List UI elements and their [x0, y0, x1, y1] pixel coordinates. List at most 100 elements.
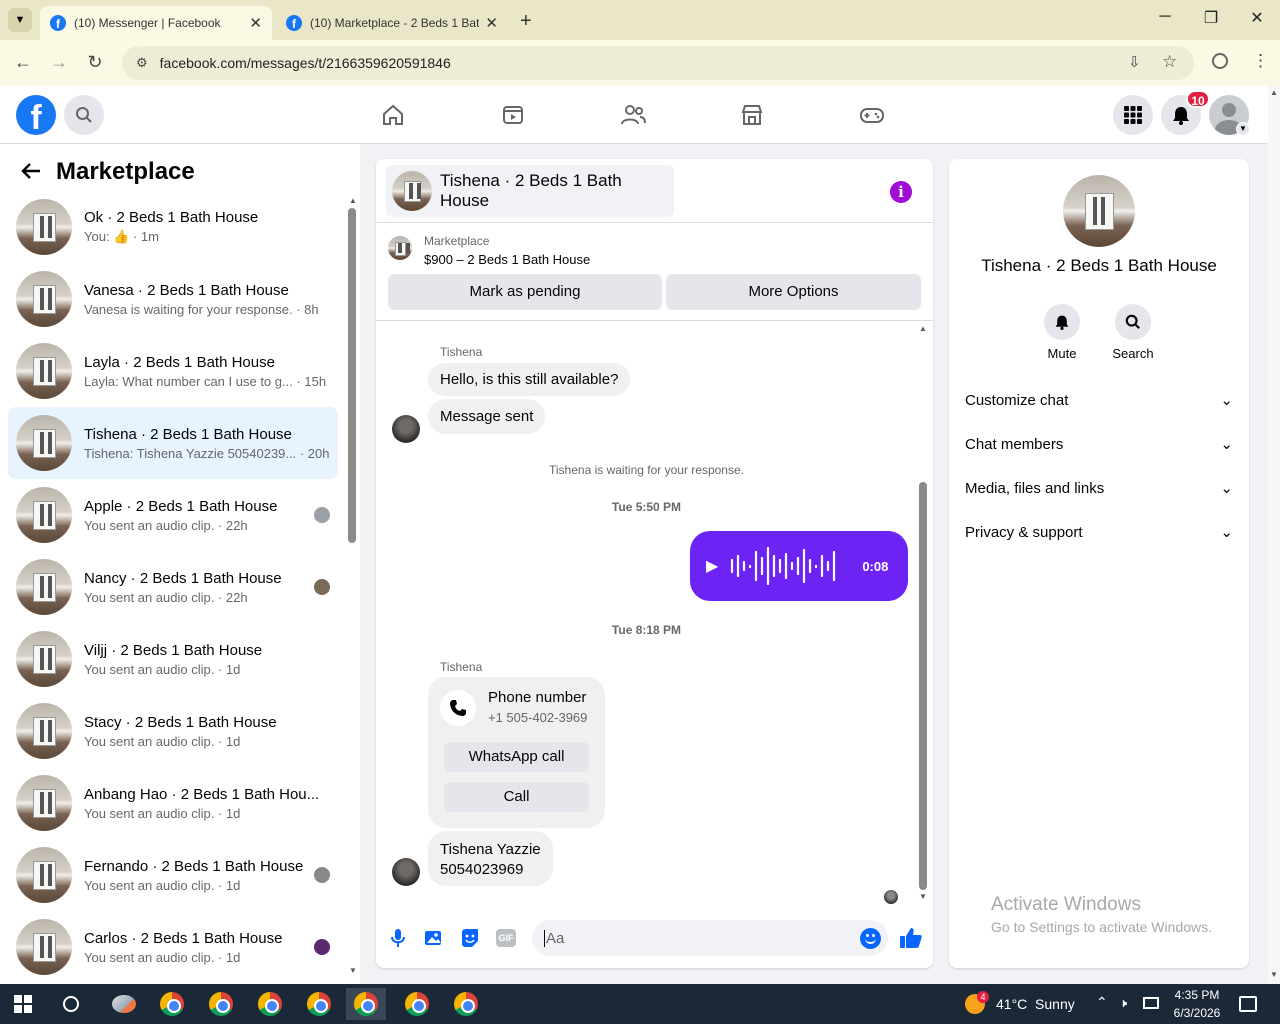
- message-bubble[interactable]: Message sent: [428, 399, 546, 434]
- address-bar[interactable]: ⚙ facebook.com/messages/t/21663596205918…: [122, 46, 1194, 80]
- clock-time[interactable]: 4:35 PM: [1170, 988, 1224, 1002]
- facebook-logo[interactable]: f: [16, 95, 56, 135]
- conversation-text: Apple · 2 Beds 1 Bath House You sent an a…: [84, 498, 314, 533]
- back-arrow-icon[interactable]: [20, 160, 42, 187]
- chat-scrollbar[interactable]: ▲ ▼: [917, 324, 929, 904]
- thumbs-up-icon[interactable]: [899, 926, 923, 955]
- whatsapp-call-button[interactable]: WhatsApp call: [444, 742, 589, 772]
- conversation-item[interactable]: Layla · 2 Beds 1 Bath House Layla: What n…: [8, 335, 338, 407]
- conversation-item[interactable]: Nancy · 2 Beds 1 Bath House You sent an a…: [8, 551, 338, 623]
- search-button[interactable]: [64, 95, 104, 135]
- close-tab-icon[interactable]: ✕: [249, 14, 262, 32]
- sticker-icon[interactable]: [460, 928, 480, 953]
- search-in-chat-button[interactable]: Search: [1110, 304, 1156, 361]
- close-tab-icon[interactable]: ✕: [485, 14, 498, 32]
- page-scrollbar[interactable]: ▲ ▼: [1268, 86, 1280, 984]
- section-label: Media, files and links: [965, 479, 1105, 497]
- chrome-app-icon-active[interactable]: [346, 988, 386, 1020]
- privacy-support-row[interactable]: Privacy & support ⌄: [965, 523, 1233, 542]
- forward-button[interactable]: →: [47, 52, 71, 73]
- info-icon[interactable]: i: [890, 181, 912, 203]
- conversation-item[interactable]: Ok · 2 Beds 1 Bath House You: 👍 · 1m: [8, 191, 338, 263]
- gaming-icon[interactable]: [857, 100, 887, 130]
- tab-search-button[interactable]: ▼: [8, 8, 32, 32]
- action-center-icon[interactable]: [1239, 996, 1257, 1012]
- menu-kebab-icon[interactable]: ⋮: [1252, 51, 1269, 71]
- chrome-app-icon[interactable]: [201, 988, 241, 1020]
- more-options-button[interactable]: More Options: [666, 274, 921, 310]
- minimize-button[interactable]: ─: [1150, 8, 1180, 26]
- site-settings-icon[interactable]: ⚙: [136, 55, 148, 71]
- chevron-up-icon[interactable]: ⌃: [1096, 994, 1108, 1011]
- photo-icon[interactable]: [424, 928, 444, 953]
- grid-icon: [1124, 106, 1142, 124]
- bookmark-star-icon[interactable]: ☆: [1162, 52, 1177, 72]
- menu-grid-button[interactable]: [1113, 95, 1153, 135]
- conversation-item[interactable]: Apple · 2 Beds 1 Bath House You sent an a…: [8, 479, 338, 551]
- emoji-icon[interactable]: [860, 928, 881, 949]
- profile-icon[interactable]: [1212, 53, 1228, 69]
- message-bubble[interactable]: Tishena Yazzie 5054023969: [428, 831, 553, 886]
- friends-icon[interactable]: [618, 100, 648, 130]
- play-icon[interactable]: ▶: [706, 556, 718, 576]
- install-app-icon[interactable]: ⇩: [1128, 53, 1141, 71]
- new-tab-button[interactable]: +: [520, 10, 532, 33]
- conversation-item[interactable]: Stacy · 2 Beds 1 Bath House You sent an a…: [8, 695, 338, 767]
- listing-thumbnail[interactable]: [388, 236, 412, 260]
- conversation-text: Anbang Hao · 2 Beds 1 Bath Hou... You sen…: [84, 786, 338, 821]
- section-label: Privacy & support: [965, 523, 1083, 541]
- audio-message[interactable]: ▶ 0:08: [690, 531, 908, 601]
- call-button[interactable]: Call: [444, 782, 589, 812]
- conversation-preview: Vanesa is waiting for your response. · 8…: [84, 301, 319, 317]
- task-view-icon[interactable]: [63, 996, 79, 1012]
- tab-marketplace[interactable]: f (10) Marketplace - 2 Beds 1 Bath ✕: [276, 6, 508, 40]
- conversation-item[interactable]: Anbang Hao · 2 Beds 1 Bath Hou... You sen…: [8, 767, 338, 839]
- message-input[interactable]: Aa: [532, 920, 888, 956]
- chat-header[interactable]: Tishena · 2 Beds 1 Bath House: [386, 165, 674, 217]
- chrome-app-icon[interactable]: [152, 988, 192, 1020]
- clock-date[interactable]: 6/3/2026: [1166, 1006, 1228, 1020]
- weather-text[interactable]: 41°C Sunny: [996, 996, 1075, 1012]
- paint-app-icon[interactable]: [104, 988, 144, 1020]
- conversation-item[interactable]: Vanesa · 2 Beds 1 Bath House Vanesa is wa…: [8, 263, 338, 335]
- seen-avatar: [314, 507, 330, 523]
- volume-muted-icon[interactable]: 🕨: [1119, 995, 1127, 1011]
- conversation-name: Anbang Hao · 2 Beds 1 Bath Hou...: [84, 785, 320, 803]
- sender-avatar[interactable]: [392, 415, 420, 443]
- gif-icon[interactable]: GIF: [496, 929, 516, 947]
- home-icon[interactable]: [378, 100, 408, 130]
- chrome-app-icon[interactable]: [250, 988, 290, 1020]
- chrome-app-icon[interactable]: [446, 988, 486, 1020]
- chat-members-row[interactable]: Chat members ⌄: [965, 435, 1233, 454]
- details-title: Tishena · 2 Beds 1 Bath House: [981, 256, 1217, 275]
- customize-chat-row[interactable]: Customize chat ⌄: [965, 391, 1233, 410]
- microphone-icon[interactable]: [390, 928, 406, 953]
- video-icon[interactable]: [498, 100, 528, 130]
- media-files-links-row[interactable]: Media, files and links ⌄: [965, 479, 1233, 498]
- conversation-item[interactable]: Tishena · 2 Beds 1 Bath House Tishena: Ti…: [8, 407, 338, 479]
- sidebar-scrollbar[interactable]: ▲ ▼: [347, 196, 357, 976]
- account-chevron-icon[interactable]: ▼: [1236, 122, 1250, 136]
- conversation-item[interactable]: Carlos · 2 Beds 1 Bath House You sent an …: [8, 911, 338, 983]
- conversation-item[interactable]: Fernando · 2 Beds 1 Bath House You sent a…: [8, 839, 338, 911]
- sender-avatar[interactable]: [392, 858, 420, 886]
- windows-start-icon[interactable]: [14, 995, 32, 1018]
- close-window-button[interactable]: ✕: [1242, 8, 1272, 28]
- reload-button[interactable]: ↻: [83, 52, 107, 73]
- message-bubble[interactable]: Hello, is this still available?: [428, 363, 631, 396]
- conversation-name: Fernando · 2 Beds 1 Bath House: [84, 857, 304, 875]
- restore-button[interactable]: ❐: [1196, 8, 1226, 28]
- chrome-app-icon[interactable]: [397, 988, 437, 1020]
- chrome-app-icon[interactable]: [299, 988, 339, 1020]
- tab-messenger[interactable]: f (10) Messenger | Facebook ✕: [40, 6, 272, 40]
- marketplace-icon[interactable]: [737, 100, 767, 130]
- url-text: facebook.com/messages/t/2166359620591846: [159, 55, 451, 71]
- network-icon[interactable]: [1143, 997, 1159, 1009]
- marketplace-label: Marketplace: [424, 234, 490, 248]
- listing-title[interactable]: $900 – 2 Beds 1 Bath House: [424, 252, 590, 267]
- back-button[interactable]: ←: [11, 52, 35, 73]
- conversation-item[interactable]: Viljj · 2 Beds 1 Bath House You sent an a…: [8, 623, 338, 695]
- details-avatar[interactable]: [1063, 175, 1135, 247]
- mark-pending-button[interactable]: Mark as pending: [388, 274, 662, 310]
- mute-button[interactable]: Mute: [1039, 304, 1085, 361]
